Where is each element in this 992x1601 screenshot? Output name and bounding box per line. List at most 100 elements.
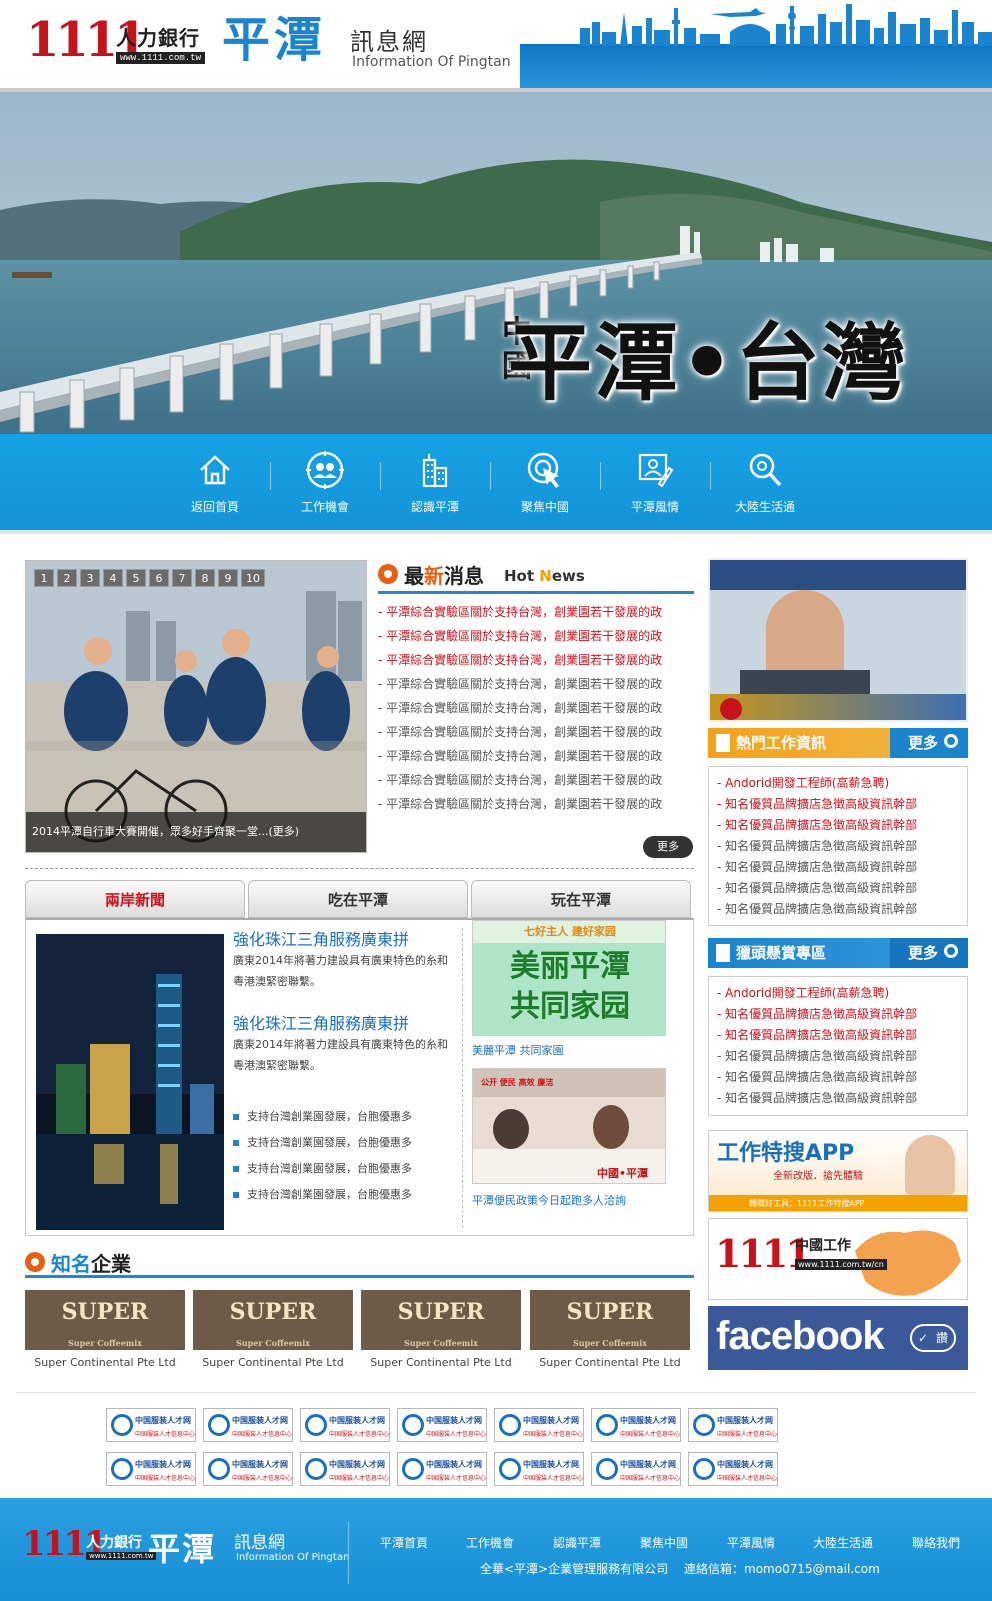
slider-page-5[interactable]: 5	[126, 569, 146, 587]
job-item[interactable]: - 知名優質品牌擴店急徵高級資訊幹部	[717, 815, 959, 836]
headhunter-more[interactable]: 更多	[908, 938, 938, 968]
news-item[interactable]: - 平潭綜合實驗區關於支持台灣，創業園若干發展的政	[378, 696, 694, 720]
like-button[interactable]: ✓ 讚	[910, 1324, 956, 1352]
slider-caption[interactable]: 2014平潭自行車大賽開催，眾多好手齊聚一堂...(更多)	[26, 812, 366, 852]
job-item[interactable]: - 知名優質品牌擴店急徵高級資訊幹部	[717, 857, 959, 878]
news-item[interactable]: - 平潭綜合實驗區關於支持台灣，創業園若干發展的政	[378, 792, 694, 816]
job-item[interactable]: - 知名優質品牌擴店急徵高級資訊幹部	[717, 836, 959, 857]
slider-page-10[interactable]: 10	[241, 569, 265, 587]
promo-banner-top: 七好主人 建好家园	[473, 921, 665, 943]
footer-link-about[interactable]: 認識平潭	[553, 1534, 601, 1551]
hot-jobs-more[interactable]: 更多	[908, 728, 938, 758]
news-item[interactable]: - 平潭綜合實驗區關於支持台灣，創業園若干發展的政	[378, 672, 694, 696]
article-title[interactable]: 強化珠江三角服務廣東拼	[233, 1010, 409, 1034]
bullet-text: 支持台灣創業園發展，台胞優惠多	[247, 1110, 412, 1123]
nav-item-scenery[interactable]: 平潭風情	[600, 450, 710, 515]
news-item[interactable]: - 平潭綜合實驗區關於支持台灣，創業園若干發展的政	[378, 624, 694, 648]
bullet-item[interactable]: 支持台灣創業園發展，台胞優惠多	[233, 1182, 412, 1208]
job-item[interactable]: - 知名優質品牌擴店急徵高級資訊幹部	[717, 878, 959, 899]
partner-link-logo[interactable]: 中国服装人才网 中国服装人才信息中心	[203, 1408, 293, 1442]
company-logo[interactable]: SUPER Super Coffeemix	[25, 1290, 185, 1350]
china-jobs-banner[interactable]: 1111 中國工作 www.1111.com.tw/cn	[708, 1218, 968, 1300]
news-item[interactable]: - 平潭綜合實驗區關於支持台灣，創業園若干發展的政	[378, 744, 694, 768]
company-logo[interactable]: SUPER Super Coffeemix	[361, 1290, 521, 1350]
tab-cross-strait-news[interactable]: 兩岸新聞	[25, 880, 245, 918]
partner-link-logo[interactable]: 中国服装人才网 中国服装人才信息中心	[591, 1452, 681, 1486]
footer-link-scenery[interactable]: 平潭風情	[727, 1534, 775, 1551]
job-item[interactable]: - 知名優質品牌擴店急徵高級資訊幹部	[717, 1046, 959, 1067]
hot-news-title: 最新消息	[404, 560, 484, 589]
promo-banner[interactable]: 七好主人 建好家园 美丽平潭 共同家园	[472, 920, 666, 1036]
company-logo[interactable]: SUPER Super Coffeemix	[530, 1290, 690, 1350]
company-logo[interactable]: SUPER Super Coffeemix	[193, 1290, 353, 1350]
partner-link-logo[interactable]: 中国服装人才网 中国服装人才信息中心	[300, 1452, 390, 1486]
news-item[interactable]: - 平潭綜合實驗區關於支持台灣，創業園若干發展的政	[378, 648, 694, 672]
footer-link-focus-china[interactable]: 聚焦中國	[640, 1534, 688, 1551]
tab-eat-in-pingtan[interactable]: 吃在平潭	[248, 880, 468, 918]
news-item[interactable]: - 平潭綜合實驗區關於支持台灣，創業園若干發展的政	[378, 768, 694, 792]
nav-item-jobs[interactable]: 工作機會	[270, 450, 380, 515]
footer-link-contact[interactable]: 聯絡我們	[912, 1534, 960, 1551]
bullet-item[interactable]: 支持台灣創業園發展，台胞優惠多	[233, 1156, 412, 1182]
job-item[interactable]: - 知名優質品牌擴店急徵高級資訊幹部	[717, 794, 959, 815]
service-hall-photo[interactable]: 公开 便民 高效 廉洁 中國•平潭	[472, 1068, 666, 1184]
slider-page-6[interactable]: 6	[149, 569, 169, 587]
play-icon[interactable]	[720, 698, 742, 720]
partner-link-logo[interactable]: 中国服装人才网 中国服装人才信息中心	[494, 1408, 584, 1442]
tab-play-in-pingtan[interactable]: 玩在平潭	[471, 880, 691, 918]
job-item[interactable]: - Andorid開發工程師(高薪急聘)	[717, 773, 959, 794]
partner-link-logo[interactable]: 中国服装人才网 中国服装人才信息中心	[591, 1408, 681, 1442]
facebook-banner[interactable]: facebook ✓ 讚	[708, 1306, 968, 1370]
article-title[interactable]: 強化珠江三角服務廣東拼	[233, 926, 409, 950]
company-name[interactable]: Super Continental Pte Ltd	[25, 1356, 185, 1369]
nav-item-home[interactable]: 返回首頁	[160, 450, 270, 515]
job-item[interactable]: - 知名優質品牌擴店急徵高級資訊幹部	[717, 1025, 959, 1046]
slider-page-1[interactable]: 1	[34, 569, 54, 587]
job-item[interactable]: - 知名優質品牌擴店急徵高級資訊幹部	[717, 1004, 959, 1025]
contact-email[interactable]: momo0715@mail.com	[744, 1562, 880, 1576]
nav-label: 大陸生活通	[734, 500, 795, 514]
slider-page-4[interactable]: 4	[103, 569, 123, 587]
search-icon[interactable]	[944, 734, 958, 748]
job-item[interactable]: - 知名優質品牌擴店急徵高級資訊幹部	[717, 1088, 959, 1109]
app-ad-banner[interactable]: 工作特搜APP 全新改版．搶先體驗 轉職好工具：1111工作特搜APP	[708, 1130, 968, 1212]
night-city-photo[interactable]	[36, 934, 224, 1230]
partner-link-logo[interactable]: 中国服装人才网 中国服装人才信息中心	[106, 1452, 196, 1486]
footer-link-mainland-life[interactable]: 大陸生活通	[813, 1534, 873, 1551]
nav-item-about-pingtan[interactable]: 認識平潭	[380, 450, 490, 515]
job-item[interactable]: - Andorid開發工程師(高薪急聘)	[717, 983, 959, 1004]
company-name[interactable]: Super Continental Pte Ltd	[530, 1356, 690, 1369]
slider-page-2[interactable]: 2	[57, 569, 77, 587]
bullet-item[interactable]: 支持台灣創業園發展，台胞優惠多	[233, 1130, 412, 1156]
job-item[interactable]: - 知名優質品牌擴店急徵高級資訊幹部	[717, 1067, 959, 1088]
partner-link-logo[interactable]: 中国服装人才网 中国服装人才信息中心	[106, 1408, 196, 1442]
partner-link-logo[interactable]: 中国服装人才网 中国服装人才信息中心	[494, 1452, 584, 1486]
news-item[interactable]: - 平潭綜合實驗區關於支持台灣，創業園若干發展的政	[378, 720, 694, 744]
slider-page-9[interactable]: 9	[218, 569, 238, 587]
slider-page-8[interactable]: 8	[195, 569, 215, 587]
video-player[interactable]	[708, 558, 968, 722]
search-icon[interactable]	[944, 944, 958, 958]
footer-link-home[interactable]: 平潭首頁	[380, 1534, 428, 1551]
partner-link-logo[interactable]: 中国服装人才网 中国服装人才信息中心	[688, 1408, 778, 1442]
company-name[interactable]: Super Continental Pte Ltd	[361, 1356, 521, 1369]
hot-news-more-button[interactable]: 更多	[643, 836, 693, 858]
nav-item-mainland-life[interactable]: 大陸生活通	[710, 450, 820, 515]
photo-slider[interactable]: 1 2 3 4 5 6 7 8 9 10 2014平潭自行車大賽開催，眾多好手齊…	[25, 560, 367, 853]
site-title[interactable]: 平潭	[222, 14, 326, 66]
bullet-item[interactable]: 支持台灣創業園發展，台胞優惠多	[233, 1104, 412, 1130]
partner-link-logo[interactable]: 中国服装人才网 中国服装人才信息中心	[397, 1452, 487, 1486]
promo-caption[interactable]: 美麗平潭 共同家園	[472, 1042, 564, 1058]
slider-page-3[interactable]: 3	[80, 569, 100, 587]
nav-item-focus-china[interactable]: 聚焦中國	[490, 450, 600, 515]
partner-link-logo[interactable]: 中国服装人才网 中国服装人才信息中心	[203, 1452, 293, 1486]
partner-link-logo[interactable]: 中国服装人才网 中国服装人才信息中心	[300, 1408, 390, 1442]
photo-caption[interactable]: 平潭便民政策今日起跑多人洽詢	[472, 1192, 626, 1208]
partner-link-logo[interactable]: 中国服装人才网 中国服装人才信息中心	[688, 1452, 778, 1486]
company-name[interactable]: Super Continental Pte Ltd	[193, 1356, 353, 1369]
partner-link-logo[interactable]: 中国服装人才网 中国服装人才信息中心	[397, 1408, 487, 1442]
job-item[interactable]: - 知名優質品牌擴店急徵高級資訊幹部	[717, 899, 959, 920]
news-item[interactable]: - 平潭綜合實驗區關於支持台灣，創業園若干發展的政	[378, 600, 694, 624]
footer-link-jobs[interactable]: 工作機會	[466, 1534, 514, 1551]
slider-page-7[interactable]: 7	[172, 569, 192, 587]
